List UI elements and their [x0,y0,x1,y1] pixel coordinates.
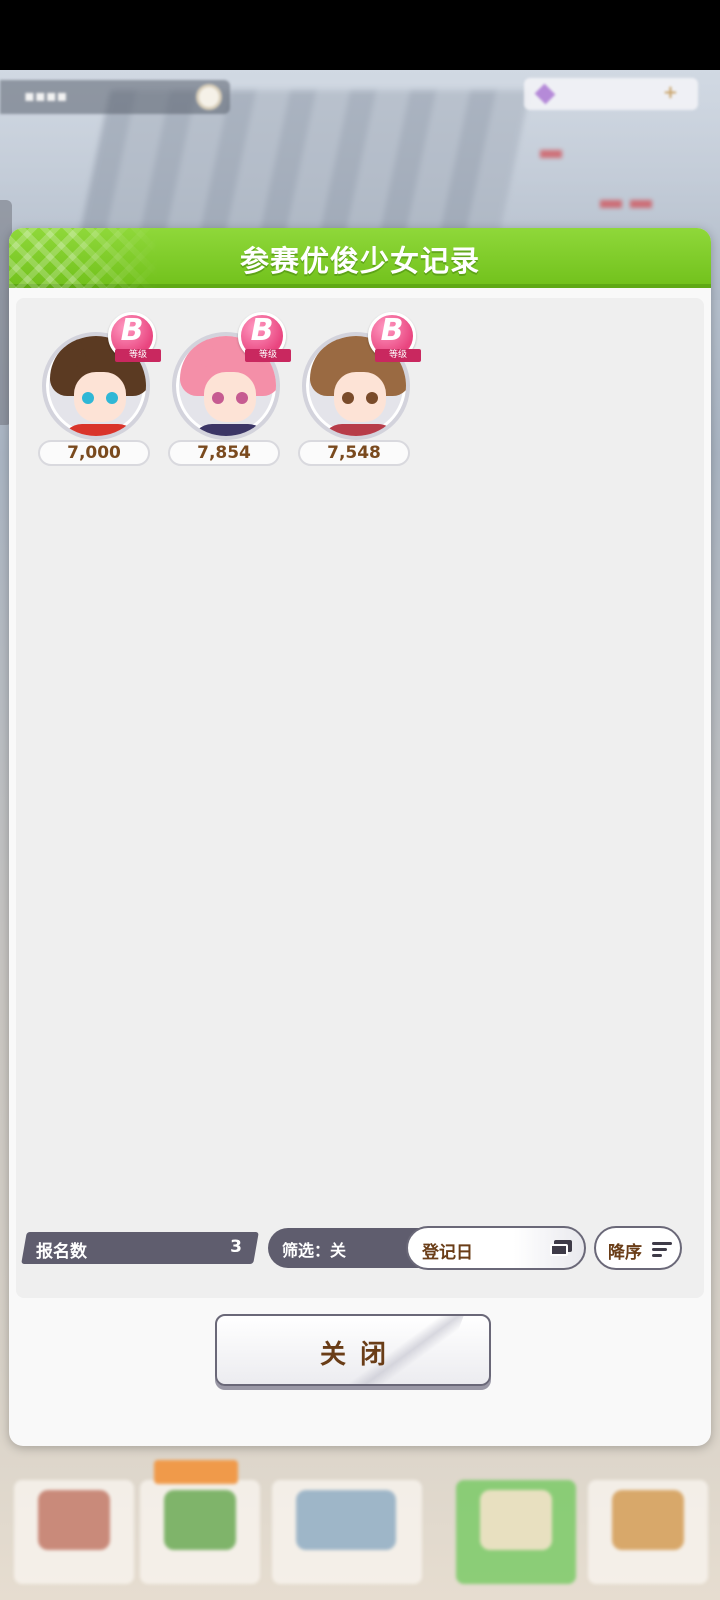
status-bar [0,0,720,70]
nav-item [140,1480,260,1584]
nav-item-active [456,1480,576,1584]
nav-item [588,1480,708,1584]
entry-score: 7,000 [38,440,150,466]
entry-score: 7,548 [298,440,410,466]
grade-letter: B [120,313,144,348]
background-light [600,200,622,208]
top-hud-gems: + [524,78,698,110]
nav-badge [154,1460,238,1484]
grade-letter: B [380,313,404,348]
gem-icon [534,83,556,105]
sort-order-button[interactable]: 降序 [594,1226,682,1270]
coin-icon [196,84,222,110]
portrait-eye [342,392,354,404]
dialog-header: 参赛优俊少女记录 [9,228,711,288]
hud-label: ▪▪▪▪ [24,86,68,105]
entry-count-bar: 报名数 3 [21,1232,259,1264]
portrait-outfit [62,424,138,436]
close-button-label: 关闭 [319,1340,400,1370]
background-light [540,150,562,158]
grade-badge: B 等级 [368,312,421,362]
entry-card[interactable]: B 等级 7,854 [166,312,291,472]
nav-item [14,1480,134,1584]
entry-count-value: 3 [230,1237,242,1257]
sort-order-label: 降序 [608,1243,642,1263]
bottom-nav [0,1450,720,1600]
portrait-eye [82,392,94,404]
portrait-eye [366,392,378,404]
entries-panel: B 等级 7,000 B 等级 7,854 B 等级 7,548 报名数 3 筛… [16,298,704,1298]
grade-badge: B 等级 [108,312,161,362]
portrait-eye [106,392,118,404]
portrait-eye [236,392,248,404]
background-light [630,200,652,208]
grade-badge: B 等级 [238,312,291,362]
grade-letter: B [250,313,274,348]
entry-card[interactable]: B 等级 7,000 [36,312,161,472]
grade-label: 等级 [245,349,291,362]
entry-score: 7,854 [168,440,280,466]
filter-label: 筛选：关 [282,1241,347,1260]
entry-card[interactable]: B 等级 7,548 [296,312,421,472]
nav-item [272,1480,422,1584]
race-record-dialog: 参赛优俊少女记录 B 等级 7,000 B 等级 7,854 B 等级 7,54… [9,228,711,1446]
close-button[interactable]: 关闭 [215,1314,491,1386]
entry-count-label: 报名数 [36,1242,87,1262]
grade-label: 等级 [115,349,161,362]
portrait-outfit [192,424,268,436]
portrait-outfit [322,424,398,436]
portrait-eye [212,392,224,404]
grade-label: 等级 [375,349,421,362]
plus-icon: + [662,82,678,103]
sort-key-button[interactable]: 登记日 [406,1226,586,1270]
sort-key-label: 登记日 [422,1243,473,1263]
sort-lines-icon [652,1242,672,1257]
dialog-title: 参赛优俊少女记录 [239,244,480,278]
cards-icon [550,1240,572,1256]
top-hud-currency: ▪▪▪▪ [0,80,230,114]
